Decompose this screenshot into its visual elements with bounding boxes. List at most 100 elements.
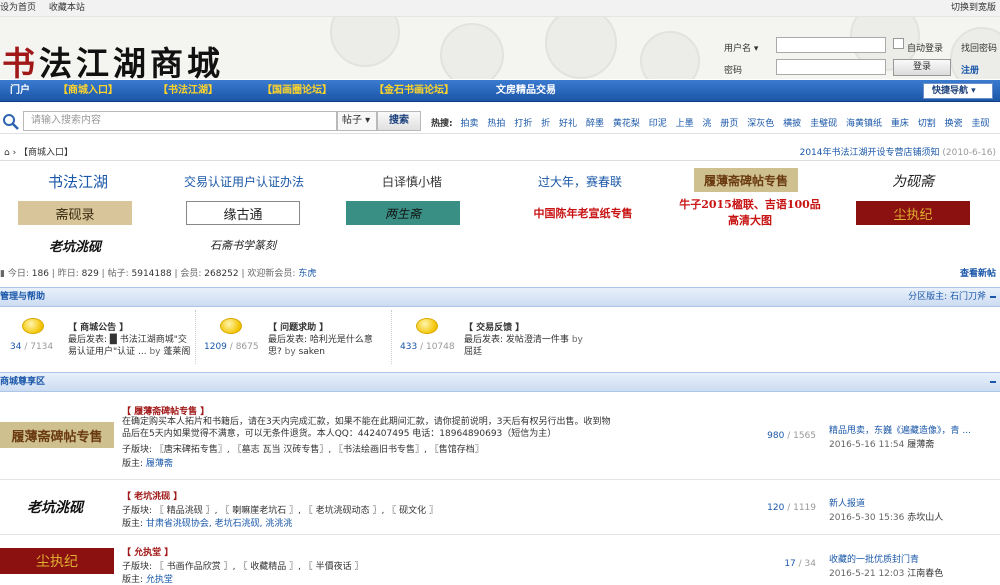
forum-name[interactable]: 【 问题求助 】 — [268, 320, 328, 333]
collapse-icon[interactable] — [990, 296, 996, 298]
category-title[interactable]: 管理与帮助 — [0, 288, 45, 306]
logo-rest: 法江湖商城 — [39, 44, 224, 79]
hot-word[interactable]: 折 — [541, 119, 550, 129]
password-input[interactable] — [776, 59, 886, 75]
last-post-title[interactable]: 新人报道 — [829, 496, 865, 509]
remember-checkbox[interactable] — [893, 38, 904, 49]
forum-subforums[interactable]: 子版块: 〖 书画作品欣赏 〗, 〖 收藏精品 〗, 〖 半價夜话 〗 — [122, 559, 364, 572]
ad-calligraphy-jianghu[interactable]: 书法江湖 — [8, 167, 148, 195]
hot-word[interactable]: 黄花梨 — [613, 119, 640, 129]
hot-word[interactable]: 横披 — [783, 119, 801, 129]
ad-niuzi-couplets[interactable]: 牛子2015楹联、吉语100品 高清大图 — [664, 195, 836, 231]
ad-spring-couplets[interactable]: 过大年，赛春联 — [510, 167, 650, 195]
forum-count: 17 / 34 — [784, 559, 816, 569]
bookmark-link[interactable]: 收藏本站 — [49, 3, 85, 13]
hot-word[interactable]: 打折 — [514, 119, 532, 129]
hot-search-list: 热搜: 拍卖 热拍 打折 折 好礼 醉墨 黄花梨 印泥 上墨 洮 册页 深灰色 … — [431, 116, 996, 129]
nav-item-painting[interactable]: 【国画圈论坛】 — [262, 80, 332, 102]
set-home-link[interactable]: 设为首页 — [0, 3, 36, 13]
quick-nav-button[interactable]: 快捷导航 ▾ — [923, 83, 993, 99]
category-title[interactable]: 商城尊享区 — [0, 373, 45, 391]
watermark-seal — [545, 17, 617, 79]
posts-count: 5914188 — [131, 269, 172, 279]
forum-count: 1209 / 8675 — [204, 342, 259, 352]
collapse-icon[interactable] — [990, 381, 996, 383]
forum-name[interactable]: 【 商城公告 】 — [68, 320, 128, 333]
ad-grid: 书法江湖 交易认证用户认证办法 白译慎小楷 过大年，赛春联 履薄斋碑帖专售 为砚… — [0, 163, 1000, 259]
forum-grid-help: 34 / 7134 【 商城公告 】 最后发表: █ 书法江湖商城"交易认证用户… — [0, 310, 1000, 364]
login-button[interactable]: 登录 — [893, 59, 951, 76]
last-post-user[interactable]: saken — [299, 347, 325, 357]
username-input[interactable] — [776, 37, 886, 53]
last-post-title[interactable]: 发帖澄清一件事 — [506, 335, 569, 345]
hot-word[interactable]: 圭砚 — [972, 119, 990, 129]
search-button[interactable]: 搜索 — [377, 111, 421, 131]
forum-bubble-icon — [22, 318, 44, 334]
hot-word[interactable]: 重床 — [891, 119, 909, 129]
yesterday-label: 昨日: — [57, 269, 79, 279]
ad-shizhai[interactable]: 石斋书学篆刻 — [186, 233, 300, 257]
nav-item-mall[interactable]: 【商城入口】 — [58, 80, 118, 102]
forum-row: 履薄斋碑帖专售 【 履薄斋碑帖专售 】 在确定购买本人拓片和书籍后，请在3天内完… — [0, 398, 1000, 480]
forum-subforums[interactable]: 子版块: 〖唐宋碑拓专售〗, 〖墓志 瓦当 汉砖专售〗, 〖书法绘画旧书专售〗,… — [122, 442, 484, 455]
ad-verification[interactable]: 交易认证用户认证办法 — [168, 167, 320, 195]
hot-word[interactable]: 换瓷 — [945, 119, 963, 129]
search-scope-select[interactable]: 帖子 ▾ — [337, 111, 377, 131]
forgot-password-link[interactable]: 找回密码 — [961, 41, 997, 54]
ad-lubozhai[interactable]: 履薄斋碑帖专售 — [694, 168, 798, 192]
top-bar: 设为首页 收藏本站 切换到宽版 — [0, 0, 1000, 17]
welcome-label: 欢迎新会员: — [247, 269, 296, 279]
hot-word[interactable]: 切割 — [918, 119, 936, 129]
logo-first-char: 书 — [2, 44, 39, 79]
hot-word[interactable]: 洮 — [703, 119, 712, 129]
ad-yuangutong[interactable]: 缘古通 — [186, 201, 300, 225]
last-post-title[interactable]: 精品甩卖，东巍《遍藏造像》，青 ... — [829, 423, 971, 436]
breadcrumb: ⌂ › 【商城入口】 2014年书法江湖开设专营店铺须知 (2010-6-16) — [0, 145, 1000, 161]
members-label: 会员: — [180, 269, 202, 279]
site-logo[interactable]: 书法江湖商城 — [2, 37, 224, 79]
forum-cell: 1209 / 8675 【 问题求助 】 最后发表: 哈利光是什么意思? by … — [196, 310, 392, 364]
category-moderator: 分区版主: 石门刀斧 — [908, 292, 986, 302]
forum-subforums[interactable]: 子版块: 〖 精品洮砚 〗, 〖 喇嘛崖老坑石 〗, 〖 老坑洮砚动态 〗, 〖… — [122, 503, 438, 516]
last-post-title[interactable]: 收藏的一批优质封门青 — [829, 552, 919, 565]
site-notice[interactable]: 2014年书法江湖开设专营店铺须知 (2010-6-16) — [800, 145, 996, 161]
wide-switch-link[interactable]: 切换到宽版 — [951, 3, 996, 13]
hot-word[interactable]: 上墨 — [676, 119, 694, 129]
hot-word[interactable]: 好礼 — [559, 119, 577, 129]
search-input[interactable]: 请输入搜索内容 — [23, 111, 337, 131]
ad-yanlu[interactable]: 斋砚录 — [18, 201, 132, 225]
password-label: 密码 — [724, 66, 743, 76]
hot-word[interactable]: 热拍 — [487, 119, 505, 129]
nav-item-seal[interactable]: 【金石书画论坛】 — [374, 80, 454, 102]
forum-image[interactable]: 履薄斋碑帖专售 — [0, 422, 114, 448]
hot-word[interactable]: 深灰色 — [747, 119, 774, 129]
forum-name[interactable]: 【 允执堂 】 — [122, 545, 173, 558]
forum-last-post: 最后发表: 发帖澄清一件事 by 屈廷 — [464, 335, 583, 357]
newest-member-link[interactable]: 东虎 — [298, 269, 316, 279]
view-new-posts-link[interactable]: 查看新帖 — [960, 266, 996, 282]
nav-item-study[interactable]: 文房精品交易 — [496, 80, 556, 102]
forum-image[interactable]: 尘执纪 — [0, 548, 114, 574]
ad-weiyanzhai[interactable]: 为砚斋 — [856, 167, 970, 195]
register-link[interactable]: 注册 — [961, 63, 979, 76]
ad-old-xuan-paper[interactable]: 中国陈年老宣纸专售 — [508, 203, 658, 223]
username-label[interactable]: 用户名 ▾ — [724, 41, 758, 54]
hot-word[interactable]: 海黄镇纸 — [846, 119, 882, 129]
nav-item-calligraphy[interactable]: 【书法江湖】 — [158, 80, 218, 102]
hot-word[interactable]: 圭璧砚 — [810, 119, 837, 129]
forum-image[interactable]: 老坑洮砚 — [0, 494, 110, 520]
forum-name[interactable]: 【 交易反馈 】 — [464, 320, 524, 333]
ad-chenzhiji[interactable]: 尘执纪 — [856, 201, 970, 225]
hot-word[interactable]: 册页 — [720, 119, 738, 129]
ad-liangshengzhai[interactable]: 两生斋 — [346, 201, 460, 225]
hot-word[interactable]: 醉墨 — [586, 119, 604, 129]
hot-word[interactable]: 印泥 — [649, 119, 667, 129]
breadcrumb-current[interactable]: ⌂ › 【商城入口】 — [4, 145, 73, 161]
nav-item-portal[interactable]: 门户 — [10, 80, 30, 102]
last-post-user[interactable]: 蓬莱阁 — [163, 347, 190, 357]
last-post-user[interactable]: 屈廷 — [464, 347, 482, 357]
ad-small-script[interactable]: 白译慎小楷 — [342, 167, 482, 195]
hot-word[interactable]: 拍卖 — [460, 119, 478, 129]
forum-name[interactable]: 【 老坑洮砚 】 — [122, 489, 182, 502]
ad-laokeng-taoyan[interactable]: 老坑洮砚 — [18, 233, 132, 257]
